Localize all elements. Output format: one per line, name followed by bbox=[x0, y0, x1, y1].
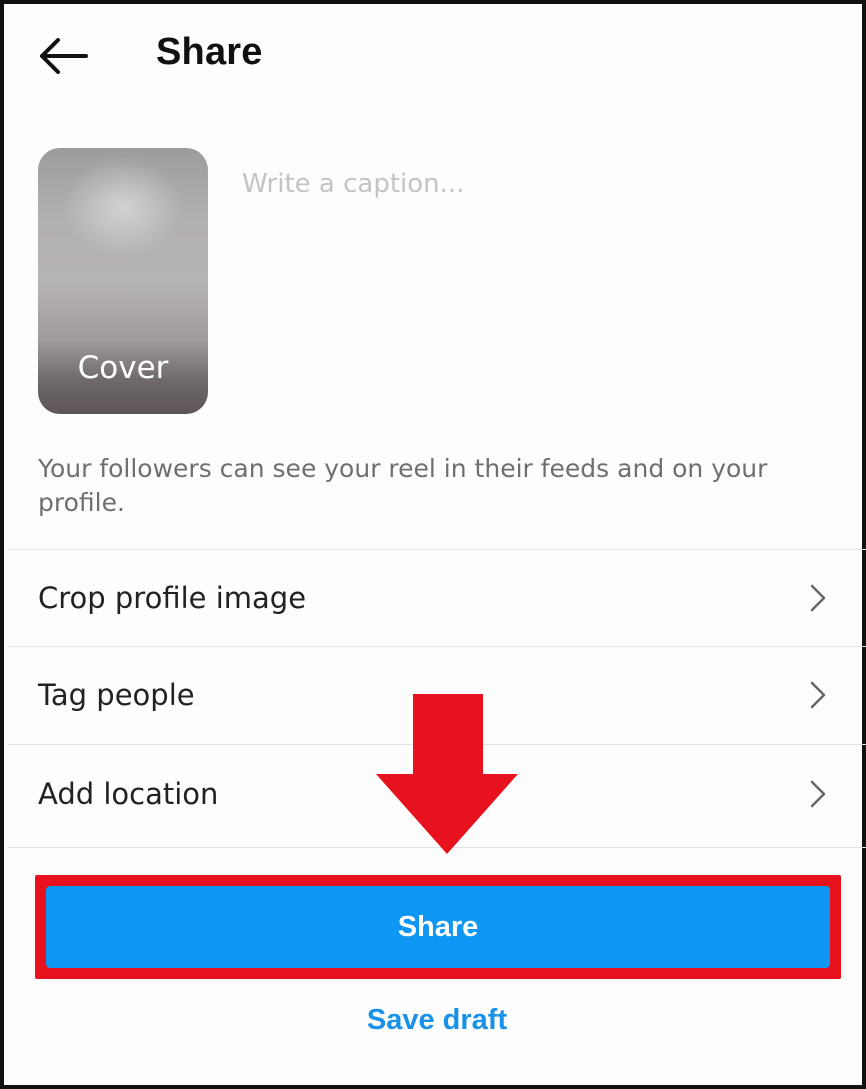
option-label: Add location bbox=[38, 777, 219, 811]
chevron-right-icon bbox=[810, 584, 826, 612]
arrow-left-icon bbox=[40, 38, 88, 74]
save-draft-link[interactable]: Save draft bbox=[4, 1004, 866, 1037]
option-label: Crop profile image bbox=[38, 581, 307, 615]
chevron-right-icon bbox=[810, 780, 826, 808]
cover-label: Cover bbox=[77, 350, 169, 386]
back-button[interactable] bbox=[34, 34, 92, 78]
top-bar: Share bbox=[4, 4, 866, 104]
option-label: Tag people bbox=[38, 678, 195, 712]
share-button[interactable]: Share bbox=[46, 886, 830, 968]
red-arrow-annotation bbox=[376, 694, 518, 854]
chevron-right-icon bbox=[810, 681, 826, 709]
caption-input[interactable] bbox=[242, 154, 832, 214]
screen-frame: Share Cover Your followers can see your … bbox=[0, 0, 866, 1089]
cover-thumbnail[interactable]: Cover bbox=[38, 148, 208, 414]
page-title: Share bbox=[156, 31, 263, 73]
option-crop-profile-image[interactable]: Crop profile image bbox=[8, 550, 866, 646]
visibility-info-text: Your followers can see your reel in thei… bbox=[38, 454, 768, 517]
